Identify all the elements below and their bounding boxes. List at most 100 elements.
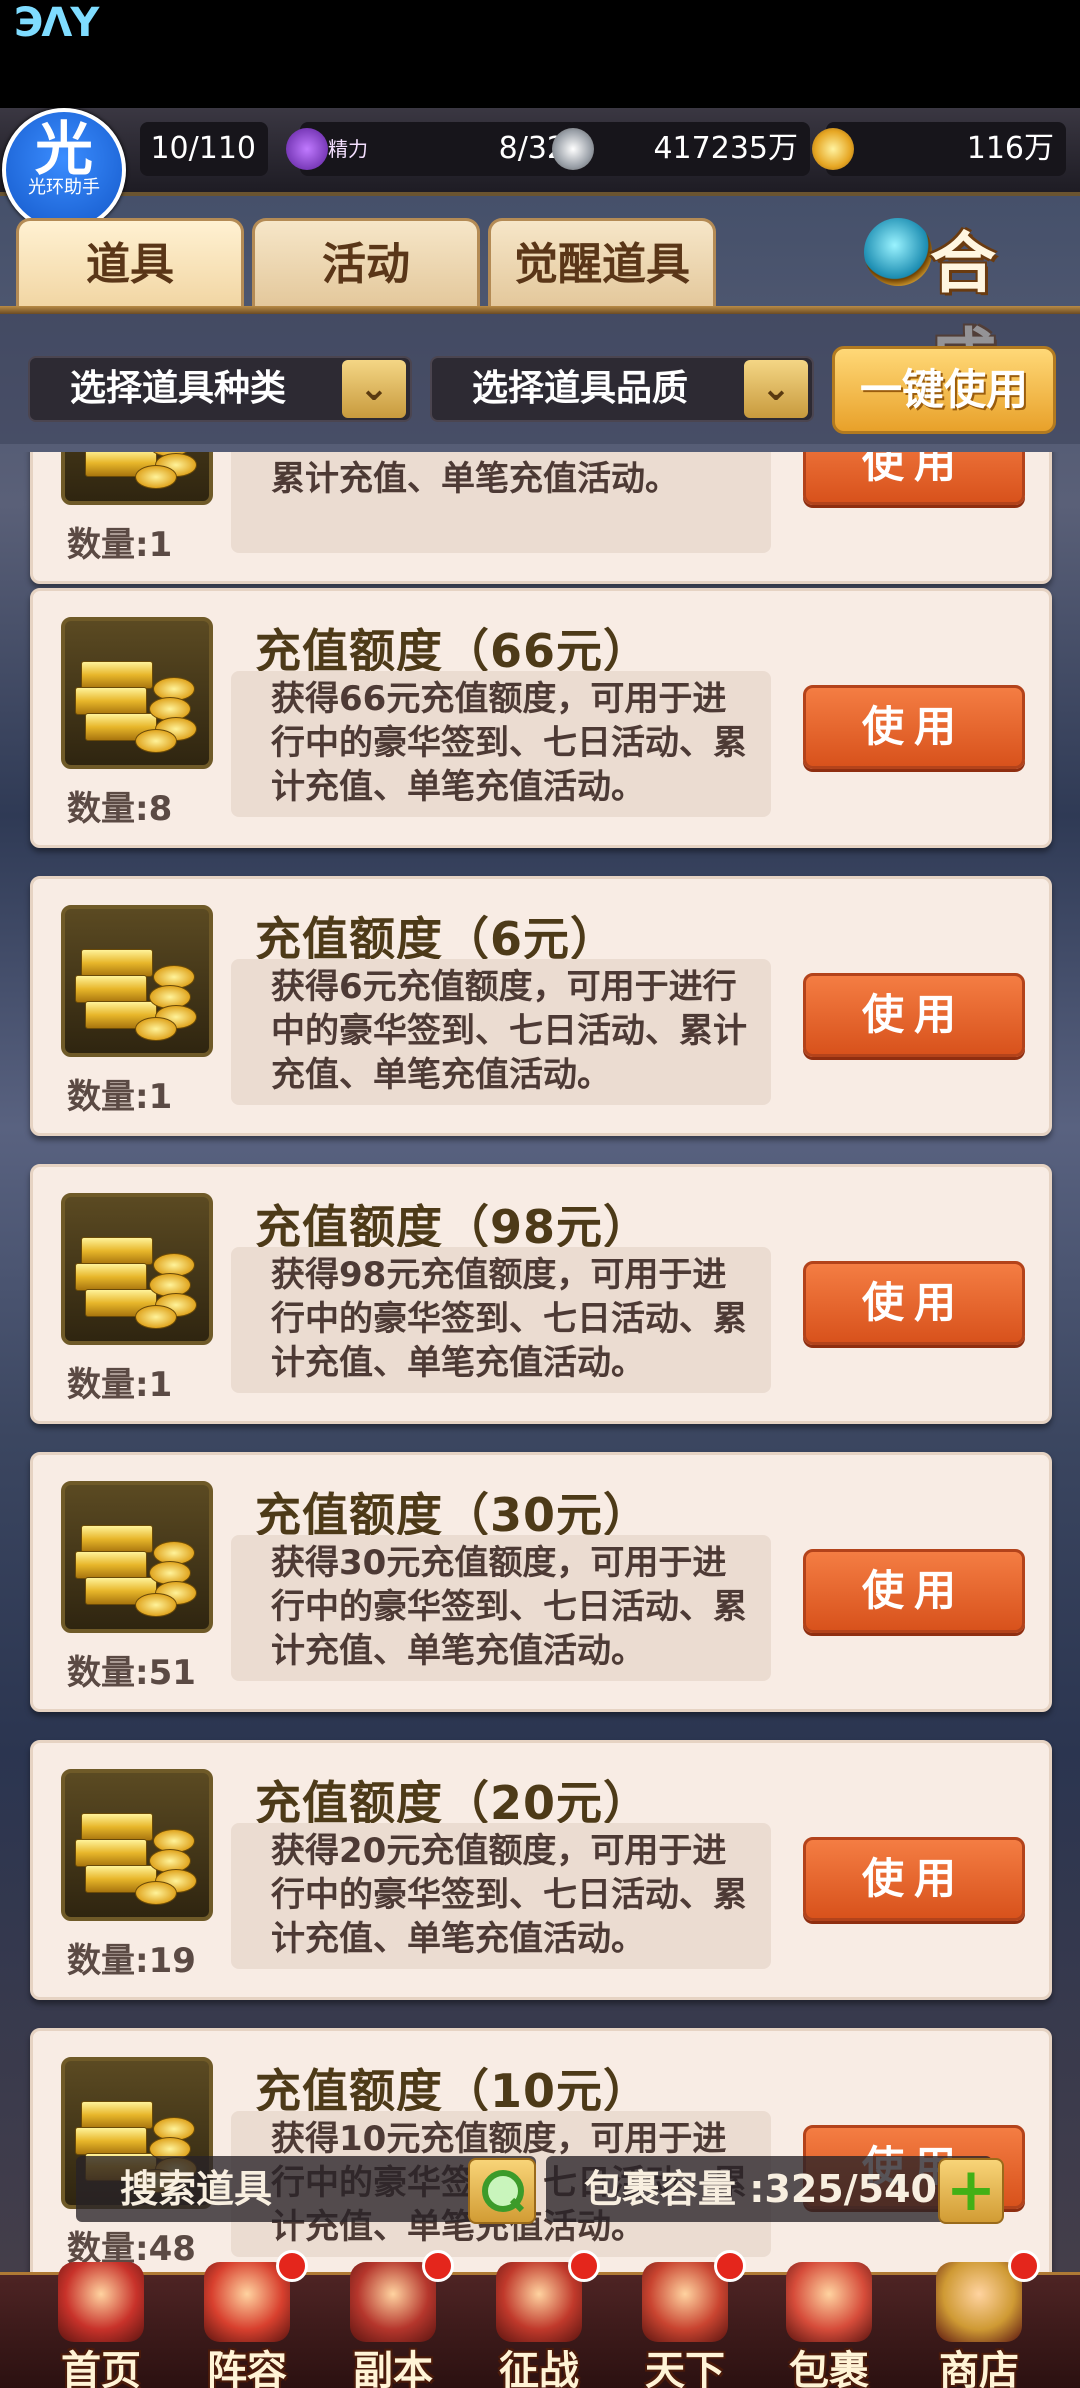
item-card: 数量:1 充值额度（98元） 获得98元充值额度，可用于进行中的豪华签到、七日活… [30,1164,1052,1424]
gold-ingot-icon [812,128,854,170]
energy-counter[interactable]: 精力 8/32 [286,122,578,176]
nav-icon [58,2262,144,2342]
nav-icon [496,2262,582,2342]
gold-coin [135,1017,177,1041]
bag-capacity-label: 包裹容量 :325/540 [584,2167,937,2211]
nav-item[interactable]: 首页 [36,2250,166,2388]
expand-capacity-button[interactable]: + [938,2158,1004,2224]
nav-item[interactable]: 副本 [328,2250,458,2388]
nav-icon [786,2262,872,2342]
item-type-select[interactable]: 选择道具种类 ⌄ [28,356,412,422]
resource-bar: 10/110 精力 8/32 417235万 116万 [0,108,1080,196]
item-card: 数量:1 充值额度（6元） 获得6元充值额度，可用于进行中的豪华签到、七日活动、… [30,876,1052,1136]
tab-awaken-items[interactable]: 觉醒道具 [488,218,716,309]
notification-badge [422,2250,454,2282]
energy-icon-text: 精力 [328,137,368,161]
compose-button[interactable]: 合成 [860,206,1060,398]
item-quantity: 数量:51 [67,1653,196,1693]
item-description: 获得66元充值额度，可用于进行中的豪华签到、七日活动、累计充值、单笔充值活动。 [231,671,771,817]
bag-capacity: 包裹容量 :325/540 [546,2156,992,2222]
gold-value: 116万 [966,131,1054,166]
stamina-counter: 10/110 [140,122,268,176]
gold-bar [81,1525,153,1553]
nav-label: 包裹 [789,2348,869,2388]
nav-item[interactable]: 阵容 [182,2250,312,2388]
nav-item[interactable]: 天下 [620,2250,750,2388]
use-item-button[interactable]: 使用 [803,452,1025,505]
helper-label: 光环助手 [28,177,100,198]
item-card: 数量:51 充值额度（30元） 获得30元充值额度，可用于进行中的豪华签到、七日… [30,1452,1052,1712]
nav-item[interactable]: 商店 [914,2250,1044,2388]
item-card: 数量:19 充值额度（20元） 获得20元充值额度，可用于进行中的豪华签到、七日… [30,1740,1052,2000]
use-item-button[interactable]: 使用 [803,1837,1025,1921]
gold-bar [75,975,147,1003]
item-type-select-label: 选择道具种类 [70,368,287,409]
gold-bar [75,2127,147,2155]
gold-bar [75,687,147,715]
tab-underline [0,306,1080,314]
item-card: 数量:8 充值额度（66元） 获得66元充值额度，可用于进行中的豪华签到、七日活… [30,588,1052,848]
nav-label: 副本 [353,2348,433,2388]
tab-activity[interactable]: 活动 [252,218,480,309]
nav-label: 天下 [645,2348,725,2388]
item-quantity: 数量:1 [67,1077,173,1117]
use-item-button[interactable]: 使用 [803,1549,1025,1633]
item-quantity: 数量:1 [67,1365,173,1405]
nav-icon [936,2262,1022,2342]
search-field[interactable]: 搜索道具 [76,2156,536,2222]
item-list[interactable]: 数量:1 进行中的豪华签到、七日活动、累计充值、单笔充值活动。 使用 数量:8 … [0,452,1080,2272]
gold-bars-icon[interactable] [61,1481,213,1633]
stamina-value: 10/110 [150,131,256,166]
gold-bars-icon[interactable] [61,617,213,769]
nav-label: 首页 [61,2348,141,2388]
gold-bar [81,1813,153,1841]
item-description: 获得20元充值额度，可用于进行中的豪华签到、七日活动、累计充值、单笔充值活动。 [231,1823,771,1969]
nav-label: 征战 [499,2348,579,2388]
brand-logo-fragment: ЭΛY [14,0,99,46]
use-all-button[interactable]: 一键使用 [832,346,1056,434]
gold-bar [75,1263,147,1291]
nav-item[interactable]: 征战 [474,2250,604,2388]
gold-bar [81,1237,153,1265]
gold-bars-icon[interactable] [61,452,213,505]
notification-badge [1008,2250,1040,2282]
silver-counter[interactable]: 417235万 [552,122,810,176]
use-item-button[interactable]: 使用 [803,1261,1025,1345]
gold-coin [135,465,177,489]
item-description: 进行中的豪华签到、七日活动、累计充值、单笔充值活动。 [231,452,771,553]
notification-badge [714,2250,746,2282]
search-label: 搜索道具 [120,2167,273,2211]
item-card: 数量:1 进行中的豪华签到、七日活动、累计充值、单笔充值活动。 使用 [30,452,1052,584]
gold-bars-icon[interactable] [61,905,213,1057]
item-quantity: 数量:1 [67,525,173,565]
helper-char: 光 [34,115,93,183]
app-root: ЭΛY 10/110 精力 8/32 417235万 116万 光 光环助手 道… [0,0,1080,2388]
gold-bar [75,1839,147,1867]
chevron-down-icon: ⌄ [342,360,406,418]
gold-counter[interactable]: 116万 [812,122,1066,176]
top-status-area: ЭΛY [0,0,1080,108]
nav-label: 商店 [939,2348,1019,2388]
nav-icon [204,2262,290,2342]
chevron-down-icon: ⌄ [744,360,808,418]
item-description: 获得6元充值额度，可用于进行中的豪华签到、七日活动、累计充值、单笔充值活动。 [231,959,771,1105]
tab-items[interactable]: 道具 [16,218,244,309]
item-quality-select-label: 选择道具品质 [472,368,689,409]
search-button[interactable] [468,2158,536,2224]
item-quality-select[interactable]: 选择道具品质 ⌄ [430,356,814,422]
gold-bar [75,1551,147,1579]
use-item-button[interactable]: 使用 [803,685,1025,769]
item-quantity: 数量:19 [67,1941,196,1981]
gold-coin [135,729,177,753]
item-description: 获得98元充值额度，可用于进行中的豪华签到、七日活动、累计充值、单笔充值活动。 [231,1247,771,1393]
item-description: 获得30元充值额度，可用于进行中的豪华签到、七日活动、累计充值、单笔充值活动。 [231,1535,771,1681]
helper-avatar-button[interactable]: 光 光环助手 [2,108,126,232]
nav-item[interactable]: 包裹 [764,2250,894,2388]
energy-icon [286,128,328,170]
use-item-button[interactable]: 使用 [803,973,1025,1057]
gold-bar [81,2101,153,2129]
gold-bars-icon[interactable] [61,1769,213,1921]
gold-bars-icon[interactable] [61,1193,213,1345]
gold-coin [135,1593,177,1617]
item-quantity: 数量:8 [67,789,173,829]
